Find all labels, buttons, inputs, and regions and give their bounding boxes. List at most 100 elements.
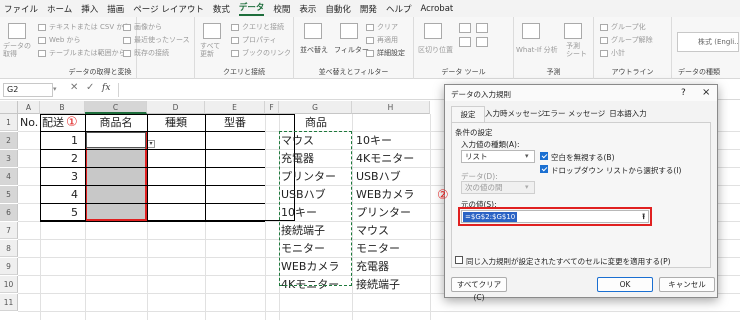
cancel-entry-icon[interactable]: ✕ [70, 82, 78, 93]
from-table-button[interactable]: テーブルまたは範囲から [38, 48, 126, 58]
refresh-all-icon[interactable] [203, 23, 221, 39]
dialog-tab[interactable]: 入力時メッセージ [485, 106, 545, 122]
from-web-button[interactable]: Web から [38, 35, 81, 45]
what-if-icon[interactable] [522, 23, 540, 39]
menu-item[interactable]: 自動化 [325, 3, 351, 15]
no-cell[interactable]: 4 [40, 186, 78, 203]
row-header[interactable]: 10 [0, 276, 18, 293]
row-header[interactable]: 4 [0, 168, 18, 185]
subtotal-button[interactable]: 小計 [600, 48, 625, 58]
menu-item[interactable]: ホーム [47, 3, 72, 15]
cancel-button[interactable]: キャンセル [659, 277, 715, 292]
row-header[interactable]: 11 [0, 294, 18, 311]
menu-item[interactable]: ファイル [4, 3, 38, 15]
dropdown-checkbox[interactable] [540, 165, 548, 173]
table-header-cell[interactable]: 商品名 [87, 114, 145, 131]
text-to-columns-icon[interactable] [424, 23, 442, 39]
column-header[interactable]: C [85, 101, 147, 114]
dialog-tab[interactable]: 日本語入力 [603, 106, 653, 122]
insert-function-icon[interactable]: fx [102, 83, 110, 93]
menu-item[interactable]: データ [238, 1, 265, 16]
select-all-corner[interactable] [0, 101, 18, 114]
name-box[interactable]: G2 [3, 83, 53, 97]
dialog-tab[interactable]: エラー メッセージ [543, 106, 605, 122]
edit-links-button[interactable]: ブックのリンク [231, 48, 291, 58]
row-header[interactable]: 9 [0, 258, 18, 275]
list-h-item[interactable]: WEBカメラ [356, 186, 430, 203]
column-header[interactable]: E [205, 101, 265, 114]
column-header[interactable]: A [18, 101, 40, 114]
flash-fill-icon[interactable] [459, 23, 471, 33]
text-to-columns-button[interactable]: 区切り位置 [418, 45, 453, 55]
ungroup-button[interactable]: グループ解除 [600, 35, 653, 45]
list-h-item[interactable]: 4Kモニター [356, 150, 430, 167]
menu-item[interactable]: ページ レイアウト [133, 3, 204, 15]
from-text-csv-button[interactable]: テキストまたは CSV から [38, 22, 130, 32]
row-header[interactable]: 3 [0, 150, 18, 167]
confirm-entry-icon[interactable]: ✓ [86, 82, 94, 93]
properties-button[interactable]: プロパティ [231, 35, 277, 45]
get-data-button[interactable]: データの 取得 [3, 42, 37, 58]
row-header[interactable]: 8 [0, 240, 18, 257]
filter-button[interactable]: フィルター [334, 45, 369, 55]
no-cell[interactable]: 3 [40, 168, 78, 185]
menu-item[interactable]: 描画 [107, 3, 124, 15]
row-header[interactable]: 7 [0, 222, 18, 239]
column-header[interactable]: D [147, 101, 205, 114]
apply-all-checkbox[interactable] [455, 256, 463, 264]
dropdown-arrow-icon[interactable]: ▾ [147, 140, 155, 148]
queries-connections-button[interactable]: クエリと接続 [231, 22, 284, 32]
list-h-item[interactable]: 10キー [356, 132, 430, 149]
no-cell[interactable]: 5 [40, 204, 78, 221]
clear-all-button[interactable]: すべてクリア(C) [451, 277, 507, 302]
menu-item[interactable]: Acrobat [420, 4, 453, 14]
table-header-cell[interactable]: No. [20, 114, 38, 131]
row-header[interactable]: 1 [0, 114, 18, 131]
column-header[interactable]: G [279, 101, 352, 114]
ignore-blank-checkbox[interactable] [540, 152, 548, 160]
active-cell-c2[interactable] [86, 132, 146, 148]
row-header[interactable]: 2 [0, 132, 18, 149]
column-header[interactable]: H [352, 101, 430, 114]
list-h-item[interactable]: プリンター [356, 204, 430, 221]
forecast-sheet-button[interactable]: 予測 シート [566, 42, 587, 58]
table-header-cell[interactable]: 型番 [207, 114, 263, 131]
filter-icon[interactable] [340, 23, 358, 39]
menu-item[interactable]: 挿入 [81, 3, 98, 15]
name-box-dropdown-icon[interactable]: ▾ [53, 85, 57, 93]
existing-connections-button[interactable]: 既存の接続 [123, 48, 169, 58]
close-icon[interactable]: × [702, 87, 710, 98]
row-header[interactable]: 5 [0, 186, 18, 203]
ok-button[interactable]: OK [597, 277, 653, 292]
menu-item[interactable]: 校閲 [273, 3, 290, 15]
data-validation-icon[interactable] [459, 37, 471, 47]
no-cell[interactable]: 1 [40, 132, 78, 149]
recent-sources-button[interactable]: 最近使ったソース [123, 35, 190, 45]
table-header-cell[interactable]: 種類 [149, 114, 203, 131]
forecast-sheet-icon[interactable] [564, 23, 582, 39]
list-h-item[interactable]: 接続端子 [356, 276, 430, 293]
remove-duplicates-icon[interactable] [476, 23, 488, 33]
from-image-button[interactable]: 画像から [123, 22, 162, 32]
clear-button[interactable]: クリア [366, 22, 398, 32]
advanced-button[interactable]: 詳細設定 [366, 48, 405, 58]
data-select[interactable]: 次の値の間 [461, 181, 535, 194]
reapply-button[interactable]: 再適用 [366, 35, 398, 45]
menu-item[interactable]: ヘルプ [386, 3, 412, 15]
menu-item[interactable]: 開発 [360, 3, 377, 15]
help-icon[interactable]: ? [681, 88, 686, 98]
column-header[interactable]: F [265, 101, 279, 114]
no-cell[interactable]: 2 [40, 150, 78, 167]
menu-item[interactable]: 表示 [299, 3, 316, 15]
menu-item[interactable]: 数式 [213, 3, 230, 15]
column-header[interactable]: B [40, 101, 85, 114]
what-if-button[interactable]: What-If 分析 [516, 45, 558, 55]
row-header[interactable]: 6 [0, 204, 18, 221]
group-button[interactable]: グループ化 [600, 22, 646, 32]
list-g-header[interactable]: 商品 [281, 114, 351, 131]
refresh-all-button[interactable]: すべて 更新 [200, 42, 220, 58]
get-data-icon[interactable] [8, 23, 26, 39]
sort-button[interactable]: 並べ替え [300, 45, 328, 55]
allow-select[interactable]: リスト [461, 150, 535, 163]
stocks-button[interactable]: 株式 (Engli... [677, 32, 739, 52]
